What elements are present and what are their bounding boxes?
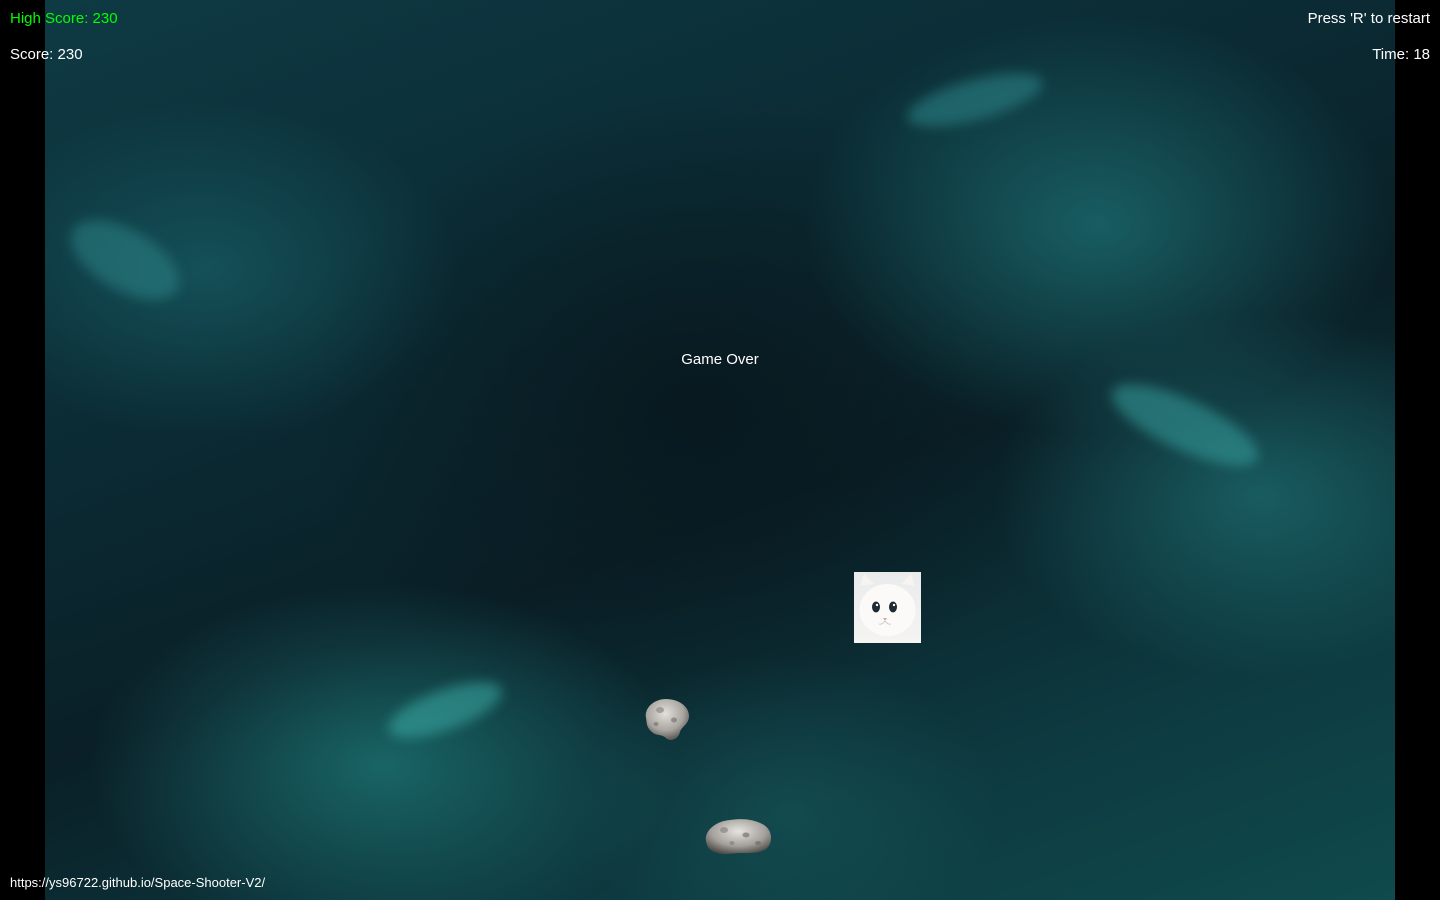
nebula-cloud	[1101, 368, 1269, 482]
nebula-cloud	[58, 204, 192, 316]
nebula-cloud	[381, 670, 509, 750]
restart-hint-label: Press 'R' to restart	[1307, 10, 1430, 27]
asteroid-icon	[640, 696, 692, 744]
time-label: Time: 18	[1372, 46, 1430, 63]
space-background	[45, 0, 1395, 900]
game-over-message: Game Over	[681, 351, 759, 368]
cat-face-icon	[854, 572, 921, 643]
score-label: Score: 230	[10, 46, 83, 63]
page-url-label: https://ys96722.github.io/Space-Shooter-…	[10, 875, 266, 890]
asteroid-icon	[702, 815, 774, 857]
game-canvas[interactable]: High Score: 230 Score: 230 Press 'R' to …	[0, 0, 1440, 900]
nebula-cloud	[902, 62, 1048, 138]
high-score-label: High Score: 230	[10, 10, 118, 27]
